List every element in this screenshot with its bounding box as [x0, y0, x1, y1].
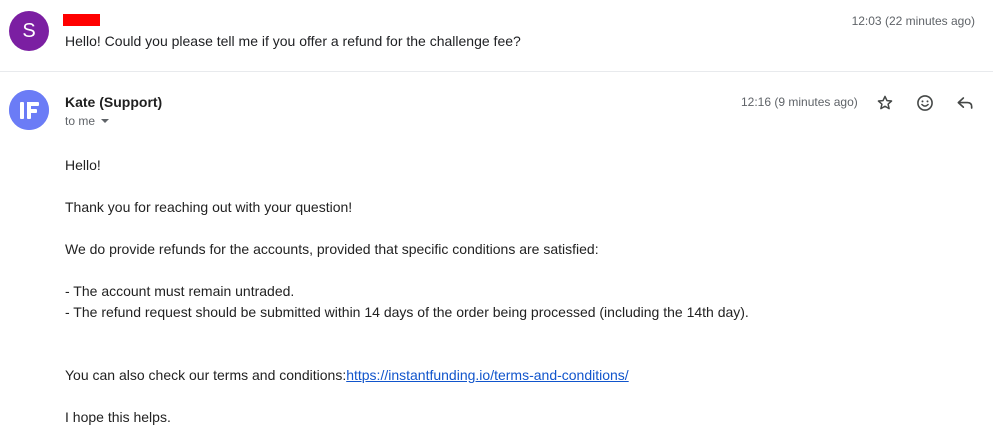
- collapsed-message[interactable]: S 12:03 (22 minutes ago) Hello! Could yo…: [0, 0, 993, 72]
- email-thread: S 12:03 (22 minutes ago) Hello! Could yo…: [0, 0, 993, 426]
- support-avatar: [9, 90, 49, 130]
- greeting-line: Hello!: [65, 157, 101, 173]
- add-reaction-button[interactable]: [913, 91, 937, 115]
- star-icon: [877, 95, 893, 110]
- terms-link[interactable]: https://instantfunding.io/terms-and-cond…: [346, 367, 629, 383]
- redacted-sender-name: [63, 14, 100, 26]
- sender-avatar: S: [9, 11, 49, 51]
- thanks-line: Thank you for reaching out with your que…: [65, 199, 353, 215]
- message-timestamp: 12:16 (9 minutes ago): [741, 95, 858, 109]
- condition-item: - The refund request should be submitted…: [65, 304, 749, 320]
- sender-name: Kate (Support): [65, 94, 163, 110]
- conditions-intro: We do provide refunds for the accounts, …: [65, 241, 599, 257]
- closing-line: I hope this helps.: [65, 409, 171, 425]
- terms-line: You can also check our terms and conditi…: [65, 365, 965, 386]
- recipient-details-toggle[interactable]: to me: [65, 114, 110, 128]
- instantfunding-logo-icon: [9, 90, 49, 130]
- reply-icon: [957, 97, 973, 109]
- recipient-label: to me: [65, 114, 96, 128]
- emoji-reaction-icon: [917, 95, 933, 111]
- message-body: Hello! Thank you for reaching out with y…: [65, 155, 965, 426]
- condition-item: - The account must remain untraded.: [65, 283, 295, 299]
- star-button[interactable]: [873, 91, 897, 115]
- caret-down-icon: [101, 119, 110, 123]
- message-snippet: Hello! Could you please tell me if you o…: [65, 33, 521, 49]
- message-timestamp: 12:03 (22 minutes ago): [851, 14, 975, 28]
- terms-prefix: You can also check our terms and conditi…: [65, 367, 347, 383]
- reply-button[interactable]: [953, 91, 977, 115]
